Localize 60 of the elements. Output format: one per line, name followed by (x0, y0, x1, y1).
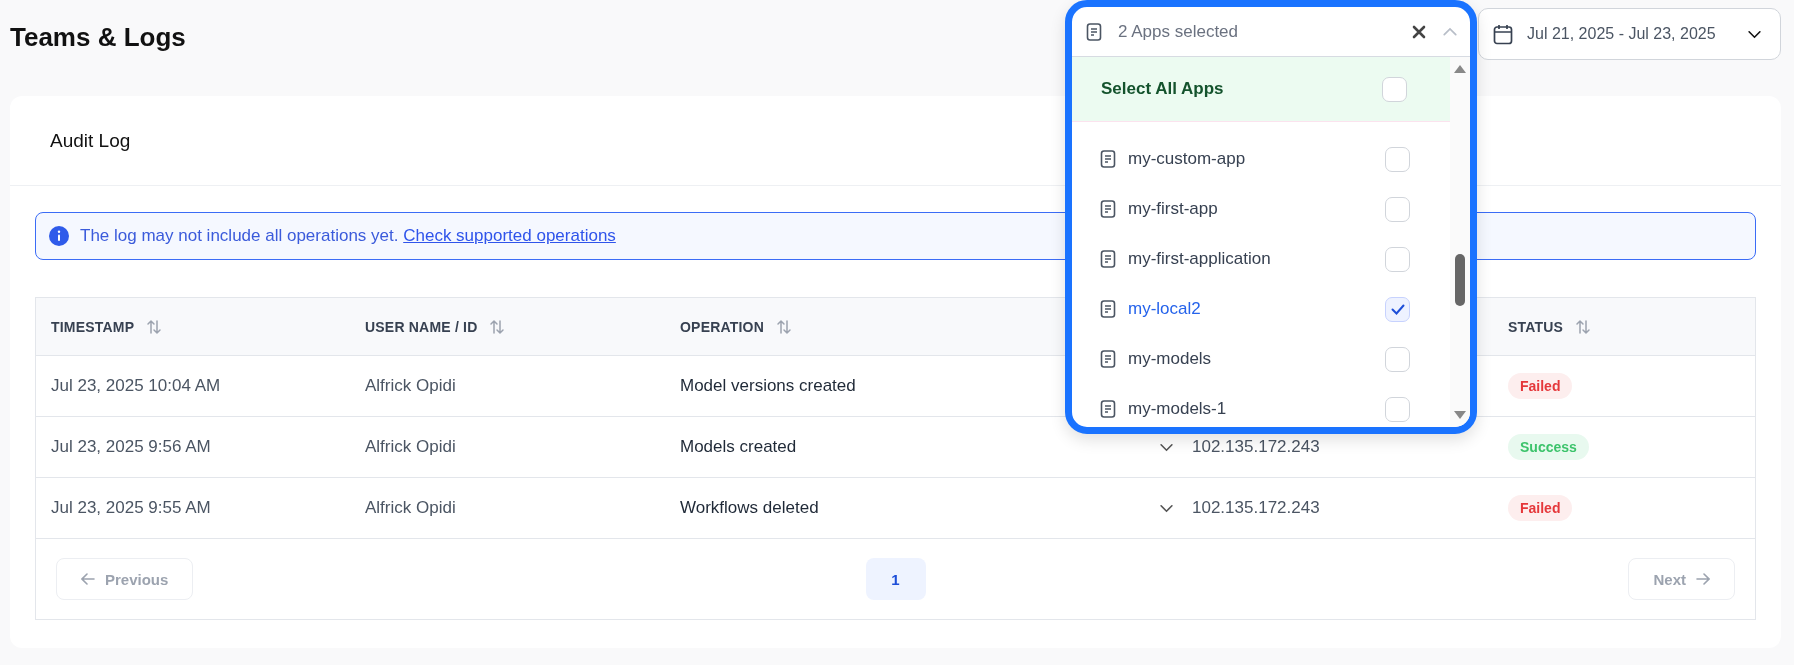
scroll-thumb[interactable] (1455, 254, 1465, 306)
table-cell: Alfrick Opidi (350, 478, 665, 539)
select-all-row[interactable]: Select All Apps (1072, 57, 1450, 122)
chevron-down-icon[interactable] (1159, 503, 1174, 513)
table-cell: Jul 23, 2025 10:04 AM (36, 356, 350, 417)
sort-icon[interactable] (489, 318, 506, 335)
column-header[interactable]: STATUS (1505, 298, 1755, 356)
app-option[interactable]: my-first-app (1072, 184, 1450, 234)
column-header[interactable]: USER NAME / ID (350, 298, 665, 356)
checkbox[interactable] (1385, 246, 1410, 272)
checkbox[interactable] (1385, 196, 1410, 222)
checkbox[interactable] (1385, 146, 1410, 172)
arrow-left-icon (81, 573, 95, 585)
clear-icon[interactable] (1412, 24, 1426, 39)
document-icon (1086, 22, 1102, 41)
scroll-up-icon[interactable] (1454, 65, 1466, 73)
document-icon (1100, 150, 1116, 168)
table-cell: Jul 23, 2025 9:56 AM (36, 417, 350, 478)
document-icon (1100, 200, 1116, 218)
status-badge: Failed (1508, 495, 1573, 521)
chevron-down-icon[interactable] (1159, 442, 1174, 452)
chevron-down-icon[interactable] (1747, 29, 1762, 39)
supported-operations-link[interactable]: Check supported operations (403, 226, 616, 245)
select-value: 2 Apps selected (1118, 21, 1240, 42)
app-select-dropdown[interactable]: 2 Apps selected Select All Apps my-custom-app my-first-app my-first-application my-local2 my-models my-models-1 (1065, 0, 1477, 434)
select-all-label: Select All Apps (1101, 79, 1224, 99)
table-cell: Jul 23, 2025 9:55 AM (36, 478, 350, 539)
scroll-down-icon[interactable] (1454, 411, 1466, 419)
checkmark-icon (1390, 303, 1405, 315)
checkbox[interactable] (1385, 296, 1410, 322)
calendar-icon (1493, 23, 1513, 45)
status-badge: Failed (1508, 373, 1573, 399)
document-icon (1100, 250, 1116, 268)
document-icon (1100, 400, 1116, 418)
scrollbar[interactable] (1450, 57, 1470, 427)
card-title: Audit Log (50, 129, 131, 152)
document-icon (1100, 300, 1116, 318)
page-number[interactable]: 1 (865, 558, 926, 600)
app-option[interactable]: my-custom-app (1072, 134, 1450, 184)
table-cell: Alfrick Opidi (350, 356, 665, 417)
chevron-up-icon (1442, 26, 1458, 37)
date-range-picker[interactable]: Jul 21, 2025 - Jul 23, 2025 (1478, 8, 1781, 60)
notice-text: The log may not include all operations yet. Check supported operations (80, 226, 616, 246)
table-cell: Alfrick Opidi (350, 417, 665, 478)
table-cell: 102.135.172.243 (1190, 478, 1505, 539)
sort-icon[interactable] (1575, 318, 1592, 335)
sort-icon[interactable] (146, 318, 163, 335)
table-cell: Workflows deleted (665, 478, 1147, 539)
column-header[interactable]: TIMESTAMP (36, 298, 350, 356)
document-icon (1100, 350, 1116, 368)
arrow-right-icon (1696, 573, 1710, 585)
checkbox[interactable] (1385, 346, 1410, 372)
info-icon (49, 226, 69, 246)
sort-icon[interactable] (776, 318, 792, 335)
app-option[interactable]: my-first-application (1072, 234, 1450, 284)
checkbox[interactable] (1382, 76, 1407, 102)
table-cell: Models created (665, 417, 1147, 478)
status-badge: Success (1508, 434, 1589, 460)
checkbox[interactable] (1385, 396, 1410, 422)
page-title: Teams & Logs (10, 22, 187, 53)
